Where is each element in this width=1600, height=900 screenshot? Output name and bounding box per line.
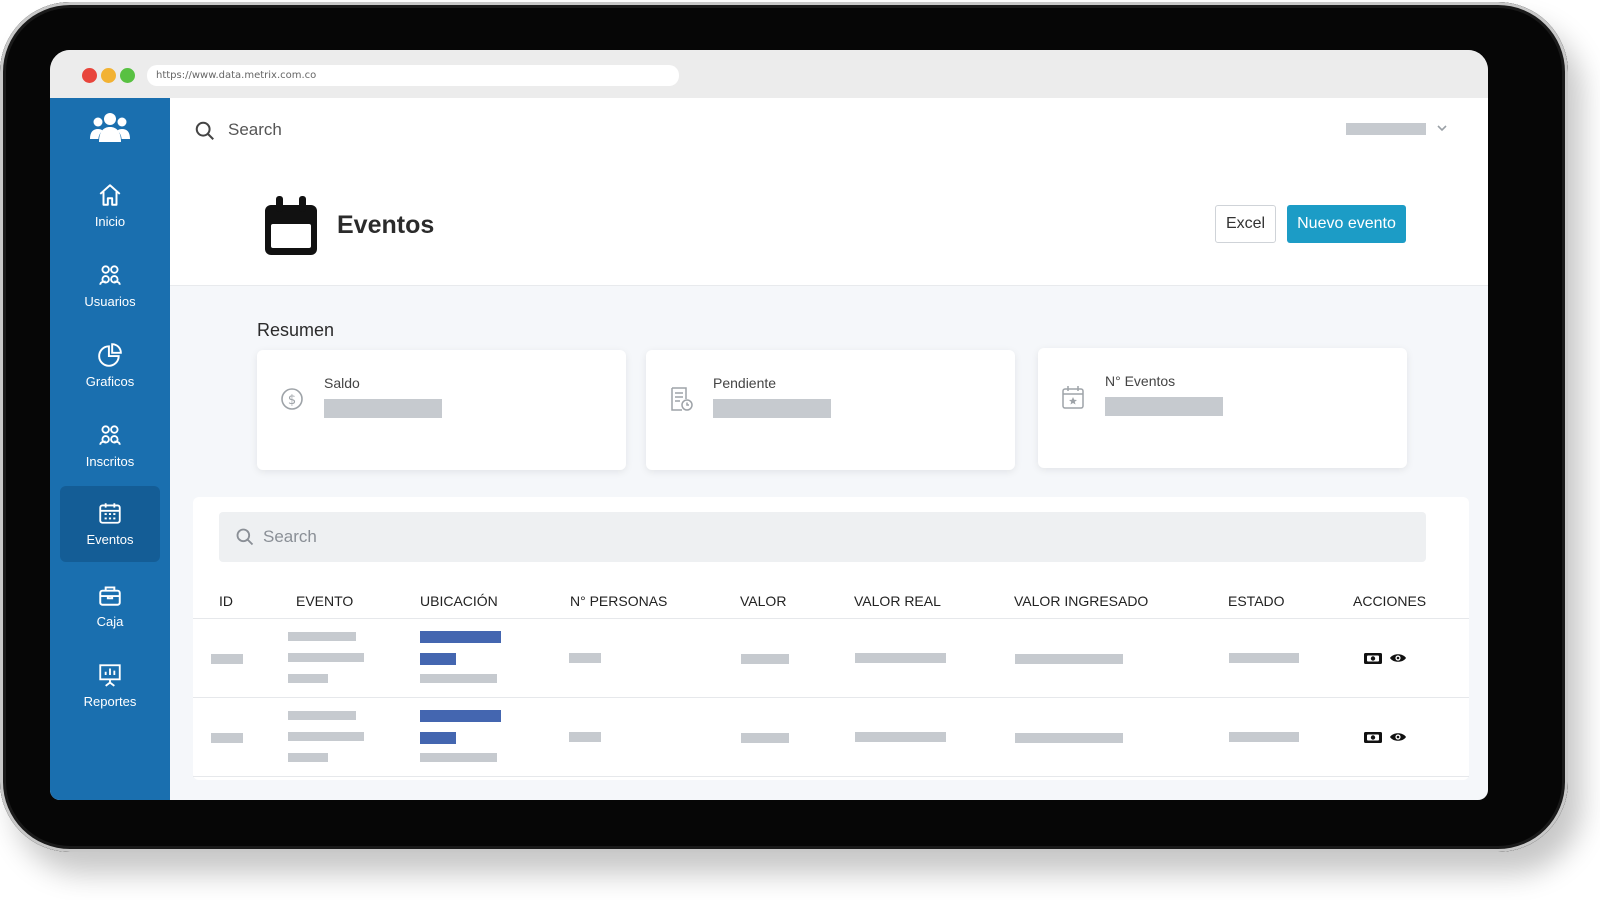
pie-chart-icon: [98, 343, 122, 367]
column-header-personas[interactable]: N° PERSONAS: [570, 593, 667, 609]
group-logo-icon: [90, 113, 130, 142]
evento-placeholder: [288, 732, 364, 741]
svg-text:$: $: [288, 393, 296, 408]
calendar-icon: [99, 503, 121, 524]
eye-icon[interactable]: [1389, 652, 1407, 664]
sidebar-item-label: Eventos: [86, 532, 134, 547]
cash-icon[interactable]: [1363, 651, 1383, 665]
events-table-panel: Search ID EVENTO UBICACIÓN N° PERSONAS V…: [193, 497, 1469, 780]
page-title: Eventos: [337, 211, 435, 239]
cash-box-icon: [99, 586, 121, 606]
sidebar: Inicio Usuarios Graficos Inscritos Event…: [50, 98, 170, 800]
sidebar-item-label: Graficos: [85, 374, 135, 389]
valor-placeholder: [741, 654, 789, 664]
new-event-button[interactable]: Nuevo evento: [1287, 205, 1406, 243]
ubicacion-placeholder: [420, 753, 497, 762]
sidebar-item-eventos[interactable]: Eventos: [60, 486, 160, 562]
estado-placeholder: [1229, 653, 1299, 663]
sidebar-item-usuarios[interactable]: Usuarios: [60, 252, 160, 326]
users-icon: [99, 265, 121, 285]
evento-placeholder: [288, 753, 328, 762]
sidebar-item-label: Reportes: [83, 694, 137, 709]
card-label: Saldo: [324, 375, 360, 391]
evento-placeholder: [288, 632, 356, 641]
sidebar-item-graficos[interactable]: Graficos: [60, 332, 160, 406]
table-row[interactable]: [193, 697, 1469, 777]
presentation-icon: [99, 664, 121, 687]
page-header: Eventos Excel Nuevo evento: [170, 164, 1488, 286]
column-header-ubicacion[interactable]: UBICACIÓN: [420, 593, 498, 609]
table-row[interactable]: [193, 618, 1469, 698]
personas-placeholder: [569, 732, 601, 742]
column-header-id[interactable]: ID: [219, 593, 233, 609]
column-header-estado[interactable]: ESTADO: [1228, 593, 1285, 609]
summary-card-pendiente: Pendiente: [646, 350, 1015, 470]
url-bar[interactable]: https://www.data.metrix.com.co: [147, 65, 679, 86]
sidebar-item-reportes[interactable]: Reportes: [60, 652, 160, 726]
evento-placeholder: [288, 711, 356, 720]
sidebar-item-caja[interactable]: Caja: [60, 572, 160, 646]
excel-button[interactable]: Excel: [1215, 205, 1276, 243]
ubicacion-link-placeholder[interactable]: [420, 631, 501, 643]
card-label: N° Eventos: [1105, 373, 1176, 389]
table-search-input[interactable]: Search: [219, 512, 1426, 562]
summary-card-eventos: N° Eventos: [1038, 348, 1407, 468]
card-label: Pendiente: [713, 375, 777, 391]
top-search-input[interactable]: Search: [228, 120, 282, 140]
evento-placeholder: [288, 674, 328, 683]
evento-placeholder: [288, 653, 364, 662]
summary-card-saldo: $ Saldo: [257, 350, 626, 470]
column-header-evento[interactable]: EVENTO: [296, 593, 353, 609]
sidebar-item-label: Usuarios: [84, 294, 136, 309]
eye-icon[interactable]: [1389, 731, 1407, 743]
card-value-placeholder: [713, 399, 831, 418]
users-icon: [99, 425, 121, 445]
maximize-dot[interactable]: [120, 68, 135, 83]
calendar-icon: [265, 196, 317, 255]
sidebar-item-label: Inicio: [94, 214, 126, 229]
cash-icon[interactable]: [1363, 730, 1383, 744]
id-placeholder: [211, 733, 243, 743]
screen: https://www.data.metrix.com.co Inicio Us…: [50, 50, 1488, 800]
sidebar-item-inicio[interactable]: Inicio: [60, 172, 160, 246]
valor-real-placeholder: [855, 732, 946, 742]
valor-placeholder: [741, 733, 789, 743]
card-value-placeholder: [1105, 397, 1223, 416]
minimize-dot[interactable]: [101, 68, 116, 83]
valor-ingresado-placeholder: [1015, 654, 1123, 664]
dollar-icon: $: [281, 388, 303, 410]
user-name-placeholder[interactable]: [1346, 123, 1426, 135]
search-icon: [236, 528, 254, 546]
top-bar: Search: [170, 98, 1488, 164]
column-header-valor-ingresado[interactable]: VALOR INGRESADO: [1014, 593, 1148, 609]
home-icon: [99, 184, 121, 206]
table-search-placeholder: Search: [263, 527, 317, 546]
browser-bar: https://www.data.metrix.com.co: [50, 50, 1488, 98]
id-placeholder: [211, 654, 243, 664]
sidebar-item-label: Inscritos: [85, 454, 135, 469]
tablet-frame: https://www.data.metrix.com.co Inicio Us…: [0, 2, 1568, 852]
ubicacion-link-placeholder[interactable]: [420, 732, 456, 744]
card-value-placeholder: [324, 399, 442, 418]
column-header-valor-real[interactable]: VALOR REAL: [854, 593, 941, 609]
personas-placeholder: [569, 653, 601, 663]
search-icon[interactable]: [194, 120, 216, 142]
sidebar-item-label: Caja: [96, 614, 124, 629]
valor-ingresado-placeholder: [1015, 733, 1123, 743]
chevron-down-icon[interactable]: [1436, 122, 1448, 134]
document-clock-icon: [671, 387, 693, 411]
column-header-valor[interactable]: VALOR: [740, 593, 786, 609]
ubicacion-link-placeholder[interactable]: [420, 653, 456, 665]
sidebar-item-inscritos[interactable]: Inscritos: [60, 412, 160, 486]
valor-real-placeholder: [855, 653, 946, 663]
ubicacion-placeholder: [420, 674, 497, 683]
calendar-star-icon: [1062, 386, 1084, 409]
section-title: Resumen: [257, 320, 335, 340]
close-dot[interactable]: [82, 68, 97, 83]
estado-placeholder: [1229, 732, 1299, 742]
column-header-acciones[interactable]: ACCIONES: [1353, 593, 1426, 609]
ubicacion-link-placeholder[interactable]: [420, 710, 501, 722]
